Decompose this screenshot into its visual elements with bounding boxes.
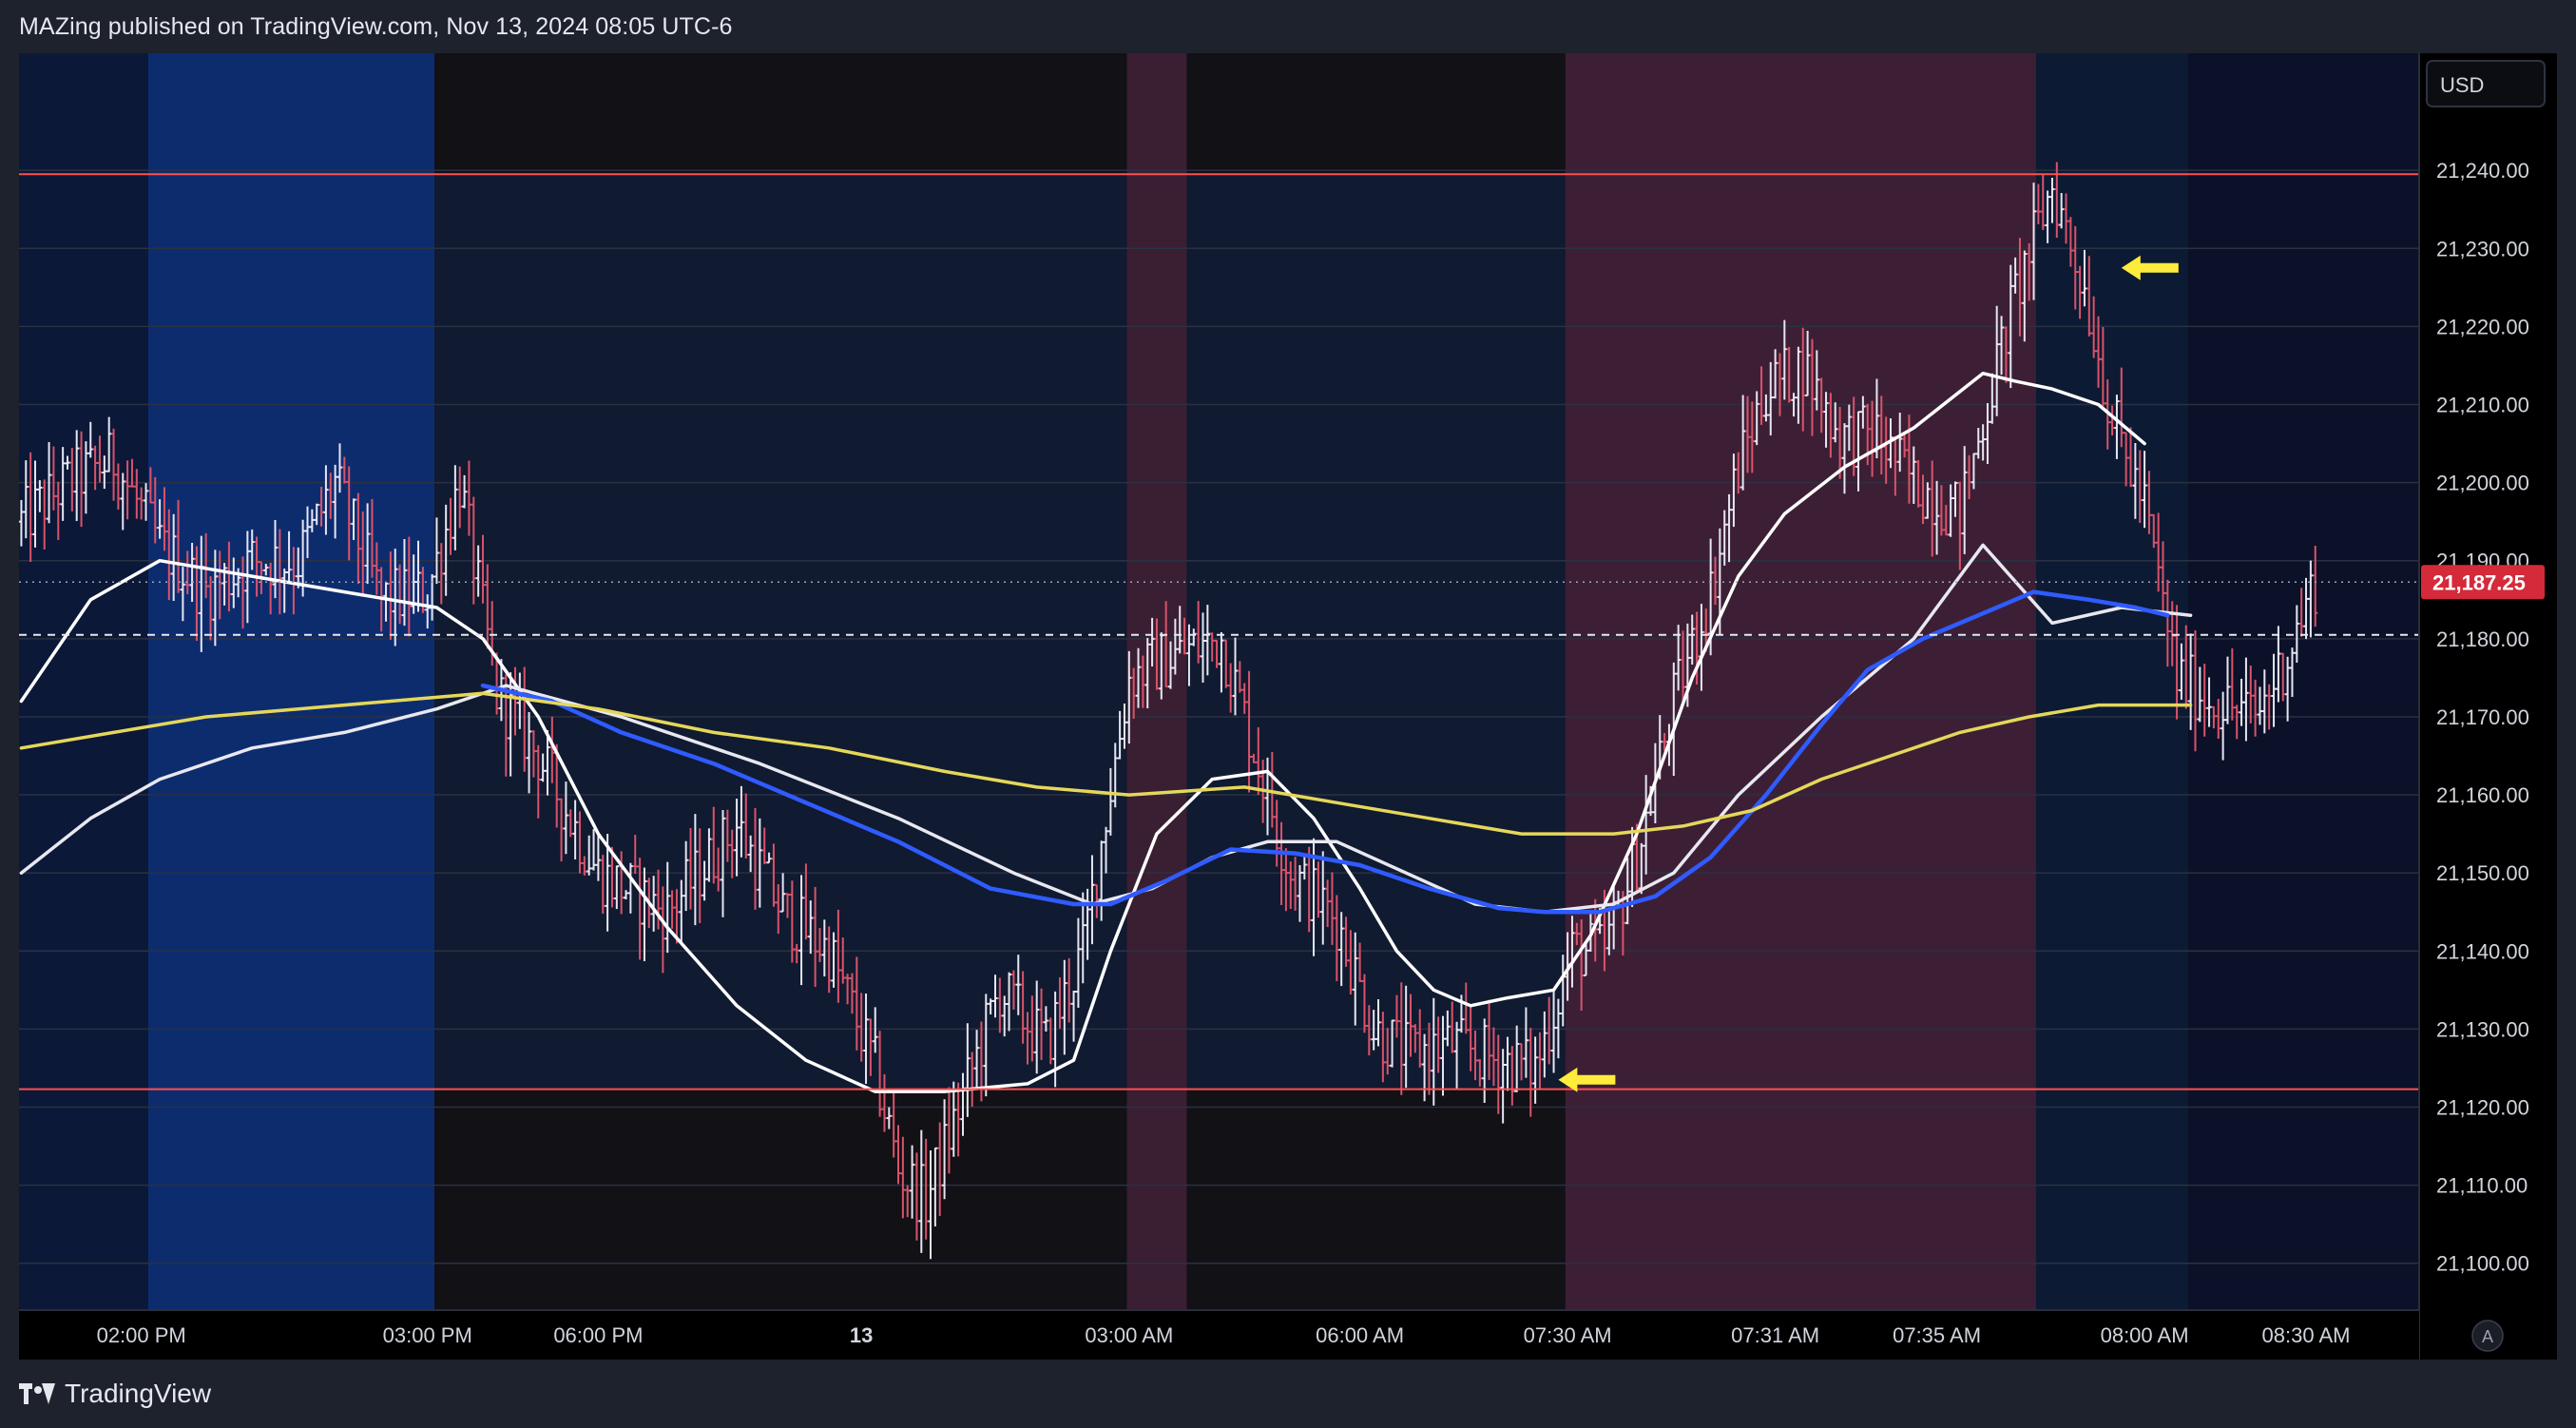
x-tick-label: 06:00 AM: [1316, 1323, 1404, 1347]
brand-label: TradingView: [65, 1379, 212, 1408]
y-tick-label: 21,110.00: [2436, 1174, 2528, 1198]
y-tick-label: 21,230.00: [2436, 237, 2529, 261]
session-band: [19, 53, 148, 1310]
y-tick-label: 21,220.00: [2436, 315, 2529, 338]
last-price-label: 21,187.25: [2432, 570, 2526, 594]
x-tick-label: 07:30 AM: [1524, 1323, 1612, 1347]
x-tick-label: 03:00 AM: [1085, 1323, 1173, 1347]
top-bar: MAZing published on TradingView.com, Nov…: [0, 0, 2576, 53]
session-band: [2188, 53, 2419, 1310]
y-tick-label: 21,150.00: [2436, 861, 2529, 885]
x-tick-label: 06:00 PM: [553, 1323, 643, 1347]
tradingview-logo-icon: [19, 1383, 55, 1404]
time-axis[interactable]: [19, 1310, 2419, 1360]
session-band: [147, 53, 435, 1310]
published-caption: MAZing published on TradingView.com, Nov…: [19, 12, 733, 40]
y-tick-label: 21,200.00: [2436, 472, 2529, 495]
currency-label: USD: [2440, 73, 2484, 97]
y-tick-label: 21,160.00: [2436, 783, 2529, 807]
y-tick-label: 21,180.00: [2436, 627, 2529, 651]
y-tick-label: 21,100.00: [2436, 1252, 2529, 1276]
y-tick-label: 21,140.00: [2436, 939, 2529, 963]
session-band: [1565, 53, 2036, 1310]
y-tick-label: 21,120.00: [2436, 1096, 2529, 1120]
x-tick-label: 03:00 PM: [383, 1323, 472, 1347]
x-tick-label: 07:35 AM: [1893, 1323, 1981, 1347]
bottom-bar: TradingView: [0, 1360, 2576, 1428]
y-tick-label: 21,240.00: [2436, 159, 2529, 183]
auto-scale-label: A: [2482, 1327, 2493, 1346]
above-level-shade: [1186, 53, 1566, 175]
above-level-shade: [434, 53, 1127, 175]
x-tick-label: 07:31 AM: [1731, 1323, 1819, 1347]
x-tick-label: 13: [850, 1323, 873, 1347]
price-chart[interactable]: USD 21,100.00 21,110.00 21,120.00 21,130.00 2…: [19, 53, 2557, 1360]
tradingview-brand[interactable]: TradingView: [19, 1379, 211, 1409]
session-band: [2035, 53, 2189, 1310]
below-level-shade: [1186, 1089, 1566, 1310]
chart-frame[interactable]: USD 21,100.00 21,110.00 21,120.00 21,130.00 2…: [19, 53, 2557, 1360]
x-tick-label: 02:00 PM: [97, 1323, 186, 1347]
y-tick-label: 21,210.00: [2436, 394, 2529, 417]
below-level-shade: [434, 1089, 1127, 1310]
y-tick-label: 21,170.00: [2436, 705, 2529, 729]
y-tick-label: 21,130.00: [2436, 1017, 2529, 1041]
x-tick-label: 08:30 AM: [2262, 1323, 2351, 1347]
x-tick-label: 08:00 AM: [2101, 1323, 2189, 1347]
